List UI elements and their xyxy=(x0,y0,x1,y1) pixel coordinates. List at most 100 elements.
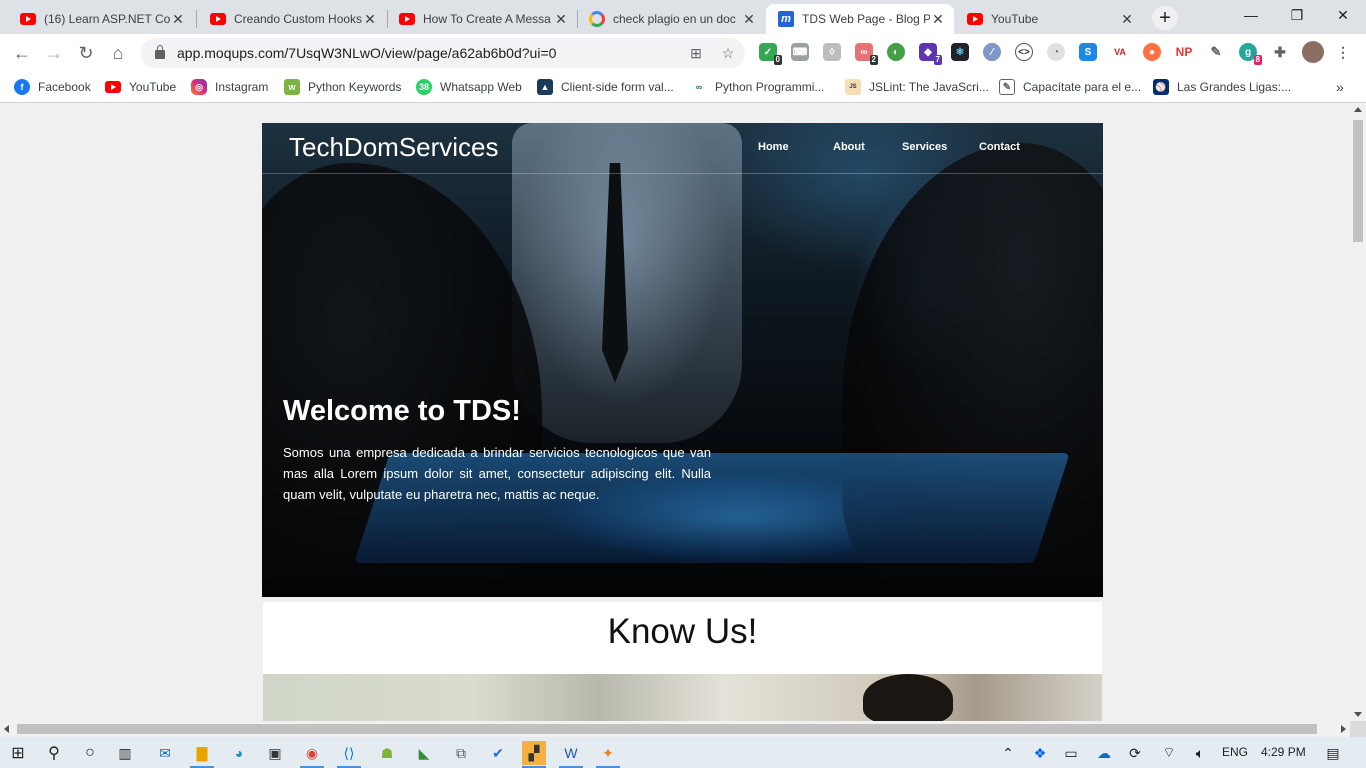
close-icon[interactable]: ✕ xyxy=(362,11,378,27)
nav-services[interactable]: Services xyxy=(902,141,947,153)
close-icon[interactable]: ✕ xyxy=(170,11,186,27)
search-icon[interactable]: ⚲ xyxy=(42,741,66,765)
bookmark-jslint[interactable]: JS JSLint: The JavaScri... xyxy=(845,78,989,96)
minimize-button[interactable]: — xyxy=(1228,0,1274,30)
sticky-notes-icon[interactable]: ▞ xyxy=(522,741,546,768)
scrollbar-thumb[interactable] xyxy=(1353,120,1363,242)
menu-kebab-icon[interactable]: ⋮ xyxy=(1334,43,1352,61)
close-icon[interactable]: ✕ xyxy=(930,11,946,27)
translate-icon[interactable]: ⊞ xyxy=(687,44,705,62)
office-image-person xyxy=(863,674,953,721)
extension-g-icon[interactable]: g8 xyxy=(1239,43,1262,65)
task-view-icon[interactable]: ▥ xyxy=(113,741,137,765)
mail-icon[interactable]: ✉ xyxy=(153,741,177,765)
nav-home[interactable]: Home xyxy=(758,141,789,153)
notifications-icon[interactable]: ▤ xyxy=(1321,741,1345,765)
onedrive-icon[interactable]: ☁ xyxy=(1092,741,1116,765)
extension-shield-icon[interactable]: ✓ 0 xyxy=(759,43,782,65)
section-title: Know Us! xyxy=(607,612,758,651)
browser-tab-active[interactable]: m TDS Web Page - Blog P ✕ xyxy=(766,4,954,34)
battery-icon[interactable]: ▭ xyxy=(1059,741,1083,765)
extension-np-icon[interactable]: NP xyxy=(1175,43,1193,61)
browser-tab[interactable]: check plagio en un doc ✕ xyxy=(577,4,765,34)
scroll-up-icon[interactable] xyxy=(1354,107,1362,112)
store-icon[interactable]: ▣ xyxy=(263,741,287,765)
file-explorer-icon[interactable]: ▇ xyxy=(190,741,214,768)
show-hidden-icons-icon[interactable]: ⌃ xyxy=(996,741,1020,765)
network-tool-icon[interactable]: ⧉ xyxy=(449,741,473,765)
vscode-icon[interactable]: ⟨⟩ xyxy=(337,741,361,768)
extension-feather-icon[interactable]: ⁄ xyxy=(983,43,1001,61)
extension-keyboard-icon[interactable]: ⌨ xyxy=(791,43,809,61)
browser-tab[interactable]: Creando Custom Hooks ✕ xyxy=(198,4,386,34)
reload-button[interactable]: ↻ xyxy=(72,39,100,67)
close-icon[interactable]: ✕ xyxy=(1119,11,1135,27)
mdn-icon: ▲ xyxy=(537,79,553,95)
close-icon[interactable]: ✕ xyxy=(553,11,569,27)
window-close-button[interactable]: ✕ xyxy=(1320,0,1366,30)
extension-va-icon[interactable]: VA xyxy=(1111,43,1129,61)
bookmark-whatsapp[interactable]: 38 Whatsapp Web xyxy=(416,78,522,96)
scroll-down-icon[interactable] xyxy=(1354,712,1362,717)
extension-s-icon[interactable]: S xyxy=(1079,43,1097,61)
bookmarks-overflow-icon[interactable]: » xyxy=(1336,78,1344,96)
tab-title: Creando Custom Hooks xyxy=(234,12,362,26)
scroll-left-icon[interactable] xyxy=(4,725,9,733)
dropbox-icon[interactable]: ❖ xyxy=(1028,741,1052,765)
sync-icon[interactable]: ⟳ xyxy=(1123,741,1147,765)
horizontal-scrollbar[interactable] xyxy=(0,721,1350,737)
forward-button[interactable]: → xyxy=(40,39,68,67)
bookmark-mlb[interactable]: ⚾ Las Grandes Ligas:... xyxy=(1153,78,1291,96)
restore-button[interactable]: ❐ xyxy=(1274,0,1320,30)
bookmark-instagram[interactable]: ◎ Instagram xyxy=(191,78,268,96)
scrollbar-thumb[interactable] xyxy=(17,724,1317,734)
address-bar[interactable]: app.moqups.com/7UsqW3NLwO/view/page/a62a… xyxy=(141,38,745,68)
wifi-icon[interactable]: ⌔ xyxy=(1157,741,1181,765)
site-brand[interactable]: TechDomServices xyxy=(289,132,499,163)
close-icon[interactable]: ✕ xyxy=(741,11,757,27)
react-devtools-icon[interactable]: ⚛ xyxy=(951,43,969,61)
browser-tab[interactable]: How To Create A Messa ✕ xyxy=(387,4,577,34)
profile-avatar[interactable] xyxy=(1302,41,1324,63)
extension-cube-icon[interactable]: ◆ 7 xyxy=(919,43,942,65)
bookmark-python-programming[interactable]: ∞ Python Programmi... xyxy=(691,78,824,96)
nav-about[interactable]: About xyxy=(833,141,865,153)
extension-timer-icon[interactable]: ◔ xyxy=(1047,43,1065,61)
volume-icon[interactable]: 🔈︎ xyxy=(1188,741,1212,765)
eyedropper-icon[interactable]: ✎ xyxy=(1207,43,1225,61)
extension-record-icon[interactable]: ● xyxy=(1143,43,1161,61)
extensions-puzzle-icon[interactable]: ✚ xyxy=(1271,43,1289,61)
extension-compass-icon[interactable]: ◐ xyxy=(887,43,905,61)
extension-link-icon[interactable]: ∞ 2 xyxy=(855,43,878,65)
bookmark-python-keywords[interactable]: w Python Keywords xyxy=(284,78,401,96)
browser-tab[interactable]: (16) Learn ASP.NET Cor ✕ xyxy=(8,4,194,34)
home-button[interactable]: ⌂ xyxy=(104,39,132,67)
tab-title: TDS Web Page - Blog P xyxy=(802,12,930,26)
new-tab-button[interactable]: + xyxy=(1152,6,1178,30)
language-indicator[interactable]: ENG xyxy=(1222,745,1248,759)
todo-icon[interactable]: ✔ xyxy=(486,741,510,765)
scroll-right-icon[interactable] xyxy=(1341,725,1346,733)
extension-guard-icon[interactable]: ◊ xyxy=(823,43,841,61)
vertical-scrollbar[interactable] xyxy=(1350,103,1366,721)
extension-code-icon[interactable]: <> xyxy=(1015,43,1033,61)
chrome-icon[interactable]: ◉ xyxy=(300,741,324,768)
windows-start-icon[interactable]: ⊞ xyxy=(6,741,30,765)
back-button[interactable]: ← xyxy=(8,39,36,67)
bookmark-mdn[interactable]: ▲ Client-side form val... xyxy=(537,78,674,96)
nav-contact[interactable]: Contact xyxy=(979,141,1020,153)
bookmark-youtube[interactable]: YouTube xyxy=(105,78,176,96)
clock[interactable]: 4:29 PM xyxy=(1261,745,1306,759)
cortana-icon[interactable]: ○ xyxy=(78,741,102,765)
word-icon[interactable]: W xyxy=(559,741,583,768)
bookmark-star-icon[interactable]: ☆ xyxy=(719,44,737,62)
bookmark-capacitate[interactable]: ✎ Capacítate para el e... xyxy=(999,78,1141,96)
android-studio-icon[interactable]: ☗ xyxy=(375,741,399,765)
tab-title: YouTube xyxy=(991,12,1039,26)
kotlin-icon[interactable]: ◣ xyxy=(412,741,436,765)
edge-icon[interactable]: ◕ xyxy=(227,741,251,765)
site-navbar: TechDomServices Home About Services Cont… xyxy=(262,123,1103,174)
bookmark-facebook[interactable]: f Facebook xyxy=(14,78,91,96)
browser-tab[interactable]: YouTube ✕ xyxy=(955,4,1143,34)
paint-icon[interactable]: ✦ xyxy=(596,741,620,768)
